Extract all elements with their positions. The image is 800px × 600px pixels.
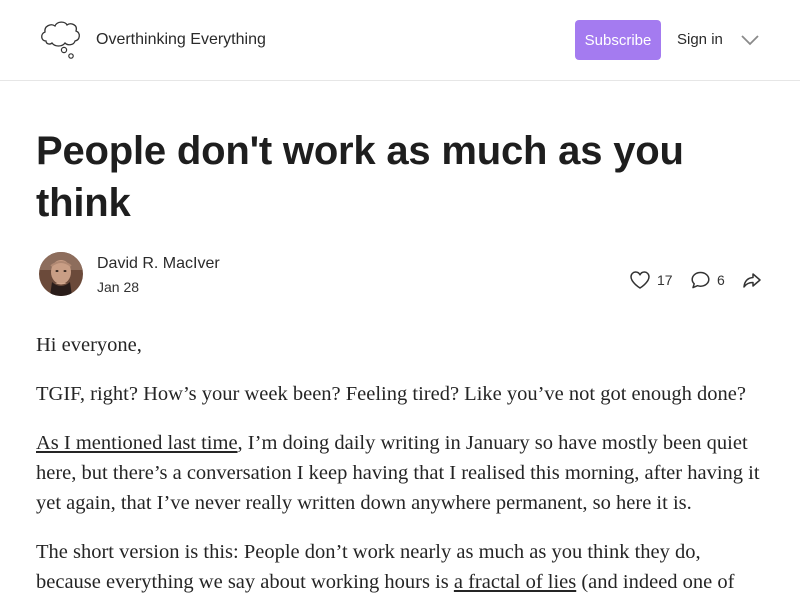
post-date: Jan 28 [97, 279, 140, 295]
comment-button[interactable]: 6 [690, 268, 725, 292]
chevron-down-icon[interactable] [740, 34, 760, 46]
like-button[interactable]: 17 [629, 268, 673, 292]
share-arrow-icon [743, 273, 761, 288]
like-count: 17 [657, 272, 673, 288]
last-time-link[interactable]: As I mentioned last time [36, 432, 238, 454]
post-body: Hi everyone, TGIF, right? How’s your wee… [36, 330, 766, 600]
paragraph-summary: The short version is this: People don’t … [36, 537, 766, 597]
comment-bubble-icon [691, 271, 710, 289]
paragraph-intro: TGIF, right? How’s your week been? Feeli… [36, 383, 746, 405]
top-bar: Overthinking Everything Subscribe Sign i… [0, 0, 800, 81]
avatar[interactable] [39, 252, 83, 296]
share-button[interactable] [742, 268, 762, 292]
heart-icon [630, 271, 650, 289]
comment-count: 6 [717, 272, 725, 288]
paragraph-context: As I mentioned last time, I’m doing dail… [36, 428, 766, 518]
thought-cloud-icon[interactable] [38, 17, 82, 61]
paragraph-summary-end: (and indeed one of [576, 571, 735, 593]
post-title: People don't work as much as you think [36, 129, 684, 225]
publication-name[interactable]: Overthinking Everything [96, 31, 266, 49]
sign-in-link[interactable]: Sign in [677, 31, 723, 48]
fractal-of-lies-link[interactable]: a fractal of lies [454, 571, 576, 593]
author-name[interactable]: David R. MacIver [97, 255, 220, 273]
subscribe-button[interactable]: Subscribe [575, 20, 661, 60]
paragraph-greeting: Hi everyone, [36, 334, 142, 356]
